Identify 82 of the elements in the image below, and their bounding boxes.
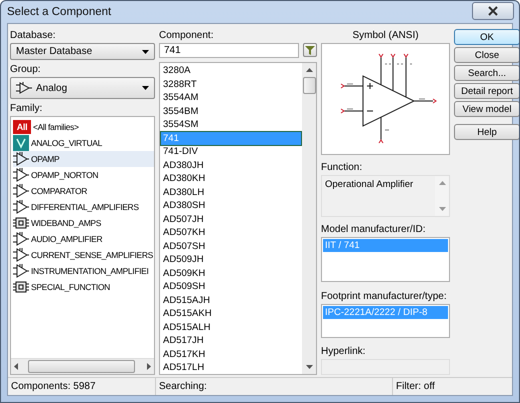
component-field[interactable]: 741 [159, 43, 299, 58]
database-label: Database: [10, 29, 57, 42]
all-families-badge: All [13, 120, 31, 134]
component-item[interactable]: AD509SH [161, 280, 301, 294]
dialog-button[interactable]: Detail report [454, 83, 519, 99]
component-item[interactable]: AD517KH [161, 348, 301, 361]
scroll-thumb[interactable] [28, 360, 135, 373]
component-item[interactable]: AD515AJH [161, 294, 301, 307]
component-item[interactable]: AD507KH [161, 226, 301, 240]
filter-icon [305, 46, 315, 54]
amplifier-icon [13, 248, 29, 262]
family-item[interactable]: DIFFERENTIAL_AMPLIFIERS [13, 199, 154, 215]
chip-icon [13, 280, 29, 294]
symbol-title: Symbol (ANSI) [351, 29, 420, 42]
component-item[interactable]: AD517JH [161, 334, 301, 348]
component-item[interactable]: AD517LH [161, 361, 301, 374]
scroll-down-icon[interactable] [306, 365, 312, 369]
family-item[interactable]: COMPARATOR [13, 183, 154, 199]
function-field: Operational Amplifier [321, 175, 450, 218]
horizontal-scrollbar[interactable] [11, 358, 154, 374]
amplifier-icon [13, 232, 29, 246]
status-text: Filter: off [392, 378, 512, 395]
component-item[interactable]: AD380JH [161, 158, 301, 172]
group-dropdown[interactable]: Analog [10, 77, 155, 99]
dropdown-arrow-icon [142, 50, 149, 54]
family-item[interactable]: INSTRUMENTATION_AMPLIFIEI [13, 263, 154, 279]
component-item[interactable]: AD509KH [161, 266, 301, 280]
dialog-button[interactable]: View model [454, 101, 519, 117]
group-label: Group: [10, 63, 42, 76]
filter-button[interactable] [303, 43, 317, 57]
vertical-scrollbar[interactable] [302, 63, 316, 374]
amplifier-icon [16, 82, 32, 94]
dialog-button[interactable]: Close [454, 47, 519, 63]
component-item[interactable]: AD515ALH [161, 320, 301, 334]
component-item[interactable]: AD380LH [161, 186, 301, 199]
family-item[interactable]: AUDIO_AMPLIFIER [13, 231, 154, 247]
amplifier-icon [13, 264, 29, 278]
virtual-icon [13, 135, 29, 151]
component-item[interactable]: AD380KH [161, 172, 301, 186]
family-item[interactable]: WIDEBAND_AMPS [13, 215, 154, 231]
scroll-right-icon[interactable] [147, 363, 151, 370]
model-label: Model manufacturer/ID: [321, 223, 426, 236]
dropdown-arrow-icon [142, 86, 149, 90]
dialog-button[interactable]: Help [454, 124, 519, 140]
component-item[interactable]: 3280A [161, 64, 301, 78]
dialog-button[interactable]: Search... [454, 65, 519, 81]
status-text: Searching: [158, 380, 208, 394]
amplifier-icon [13, 184, 29, 198]
amplifier-icon [13, 152, 29, 166]
close-button[interactable] [472, 2, 514, 20]
window-title: Select a Component [7, 6, 112, 18]
family-item[interactable]: ANALOG_VIRTUAL [13, 135, 154, 151]
status-text: Components: 5987 [8, 378, 156, 395]
component-item[interactable]: 3288RT [161, 78, 301, 91]
family-item[interactable]: CURRENT_SENSE_AMPLIFIERS [13, 247, 154, 263]
close-icon [488, 6, 498, 16]
dialog-button[interactable]: OK [454, 29, 519, 45]
component-item[interactable]: 3554BM [161, 104, 301, 118]
hyperlink-label: Hyperlink: [321, 345, 366, 358]
function-label: Function: [321, 161, 364, 174]
scroll-left-icon[interactable] [14, 363, 18, 370]
component-item[interactable]: AD507JH [161, 212, 301, 226]
component-label: Component: [159, 29, 214, 42]
chip-icon [13, 216, 29, 230]
component-item[interactable]: AD515AKH [161, 307, 301, 320]
family-item[interactable]: SPECIAL_FUNCTION [13, 279, 154, 295]
component-item[interactable]: AD507SH [161, 240, 301, 253]
footprint-label: Footprint manufacturer/type: [321, 290, 448, 303]
component-item[interactable]: AD380SH [161, 199, 301, 212]
component-item[interactable]: 3554SM [161, 118, 301, 132]
scroll-thumb[interactable] [302, 77, 316, 94]
component-item[interactable]: 3554AM [161, 91, 301, 104]
amplifier-icon [13, 168, 29, 182]
family-item[interactable]: OPAMP [13, 151, 154, 167]
scroll-up-icon[interactable] [306, 68, 312, 72]
component-item[interactable]: AD509JH [161, 253, 301, 266]
component-item[interactable]: 741-DIV [161, 145, 301, 158]
database-dropdown[interactable]: Master Database [10, 43, 155, 60]
family-item[interactable]: OPAMP_NORTON [13, 167, 154, 183]
family-item[interactable]: All <All families> [13, 119, 154, 135]
family-label: Family: [10, 102, 44, 115]
amplifier-icon [13, 200, 29, 214]
